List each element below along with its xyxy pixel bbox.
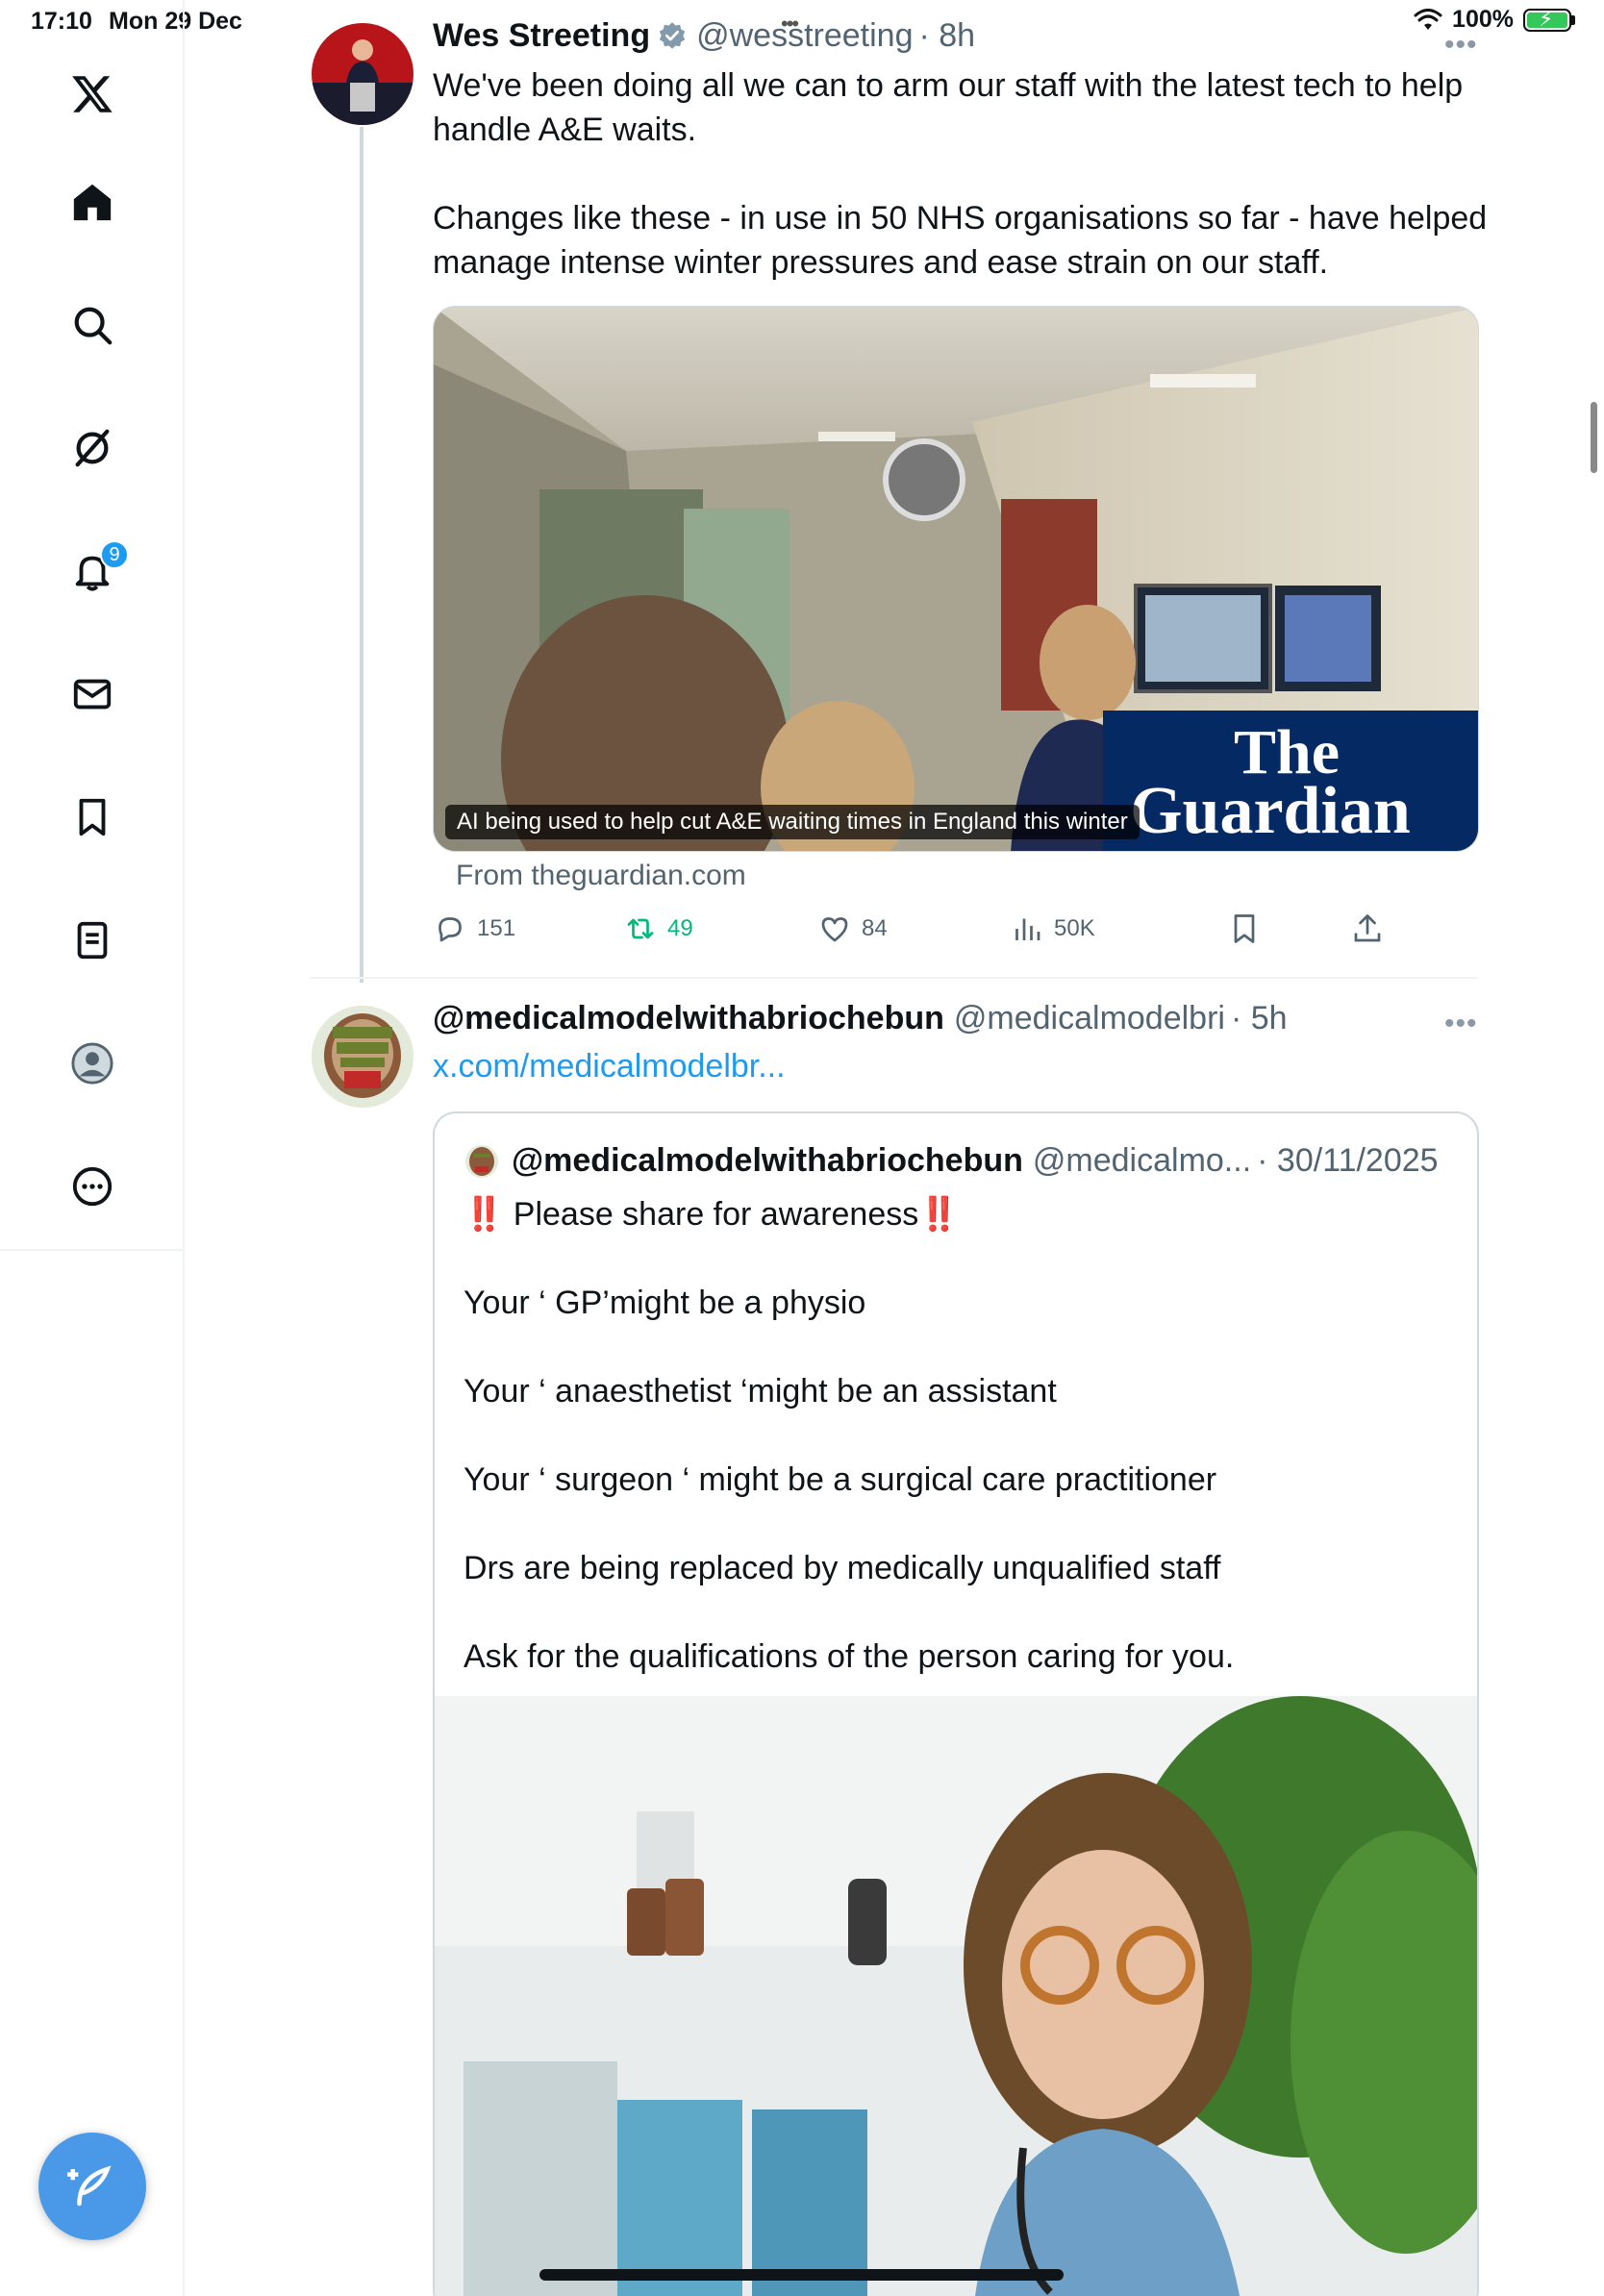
wifi-icon [1414,8,1442,30]
tweet-more-button[interactable]: ••• [1444,1008,1478,1040]
compose-post-icon [67,2165,112,2207]
quoted-avatar [465,1144,498,1178]
view-count: 50K [1054,915,1095,941]
tweet-more-button[interactable]: ••• [1444,29,1478,62]
card-caption: AI being used to help cut A&E waiting ti… [445,805,1140,839]
tweet-header: @medicalmodelwithabriochebun @medicalmod… [433,1000,1288,1037]
hospital-corridor-image: The Guardian [434,307,1478,851]
views-chart-icon [1015,918,1040,940]
heart-icon [821,917,848,942]
notifications-bell-icon[interactable]: 9 [54,533,131,610]
thread-connector [360,127,363,983]
card-source[interactable]: From theguardian.com [456,860,746,892]
quoted-tweet-header: @medicalmodelwithabriochebun @medicalmo.… [465,1142,1439,1180]
messages-envelope-icon[interactable] [54,656,131,733]
quoted-tweet[interactable]: @medicalmodelwithabriochebun @medicalmo.… [433,1111,1479,2296]
repost-button[interactable]: 49 [623,911,693,946]
more-icon[interactable] [54,1148,131,1225]
lists-icon[interactable] [54,902,131,979]
tweet-paragraph: Changes like these - in use in 50 NHS or… [433,200,1488,281]
quoted-author-name: @medicalmodelwithabriochebun [512,1142,1023,1179]
status-right: 100% ⚡ [1414,6,1575,34]
bookmarks-icon[interactable] [54,779,131,856]
like-count: 84 [862,915,888,941]
reply-button[interactable]: 151 [433,911,515,946]
tweet-divider [310,977,1477,979]
quoted-tweet-time: · 30/11/2025 [1257,1142,1439,1179]
scroll-indicator[interactable] [1591,402,1597,473]
quoted-paragraph: Ask for the qualifications of the person… [464,1638,1235,1675]
quoted-paragraph: ‼️ Please share for awareness‼️ [464,1196,960,1233]
quoted-tweet-text: ‼️ Please share for awareness‼️ Your ‘ G… [464,1192,1454,1679]
author-name[interactable]: Wes Streeting [433,17,650,55]
grok-icon[interactable] [54,410,131,487]
tweet-header: Wes Streeting @wesstreeting · 8h [433,17,975,55]
link-card-image[interactable]: The Guardian AI being used to help cut A… [433,306,1479,852]
tweet-paragraph: We've been doing all we can to arm our s… [433,67,1464,148]
profile-icon[interactable] [54,1025,131,1102]
battery-icon: ⚡ [1523,7,1571,32]
quoted-paragraph: Your ‘ anaesthetist ‘might be an assista… [464,1373,1057,1410]
repost-count: 49 [667,915,693,941]
sidebar: 9 [0,0,185,2296]
x-logo-icon[interactable] [54,56,131,133]
like-button[interactable]: 84 [817,911,888,946]
quoted-paragraph: Your ‘ surgeon ‘ might be a surgical car… [464,1461,1217,1498]
author-handle[interactable]: @medicalmodelbri [954,1000,1225,1037]
tweet-actions: 151 49 84 50K [433,911,1491,956]
views-button[interactable]: 50K [1010,911,1095,946]
guardian-logo-word: Guardian [1130,774,1411,848]
share-icon [1354,914,1381,942]
compose-post-button[interactable] [38,2133,146,2240]
home-indicator[interactable] [539,2269,1064,2281]
repost-icon [627,918,654,939]
quoted-paragraph: Drs are being replaced by medically unqu… [464,1550,1221,1586]
nurse-portrait-image [435,1696,1477,2296]
tweet-time[interactable]: · 5h [1231,1000,1288,1037]
quoted-author-handle: @medicalmo... [1032,1142,1252,1179]
tweet-link[interactable]: x.com/medicalmodelbr... [433,1048,786,1086]
author-handle[interactable]: @wesstreeting [696,17,913,55]
bookmark-button[interactable] [1227,911,1262,946]
avatar[interactable] [312,1006,414,1108]
sidebar-divider [0,1249,185,1251]
search-icon[interactable] [54,287,131,363]
author-name[interactable]: @medicalmodelwithabriochebun [433,1000,944,1037]
reply-icon [439,917,462,942]
bookmark-icon [1234,914,1255,943]
home-icon[interactable] [54,163,131,240]
tweet-text: We've been doing all we can to arm our s… [433,63,1491,285]
share-button[interactable] [1350,911,1385,946]
avatar[interactable] [312,23,414,125]
quoted-tweet-image[interactable] [435,1696,1477,2296]
tweet-time[interactable]: · 8h [919,17,976,55]
reply-count: 151 [477,915,516,941]
quoted-paragraph: Your ‘ GP’might be a physio [464,1285,866,1321]
notifications-badge: 9 [100,540,129,569]
verified-badge-icon [659,22,686,49]
